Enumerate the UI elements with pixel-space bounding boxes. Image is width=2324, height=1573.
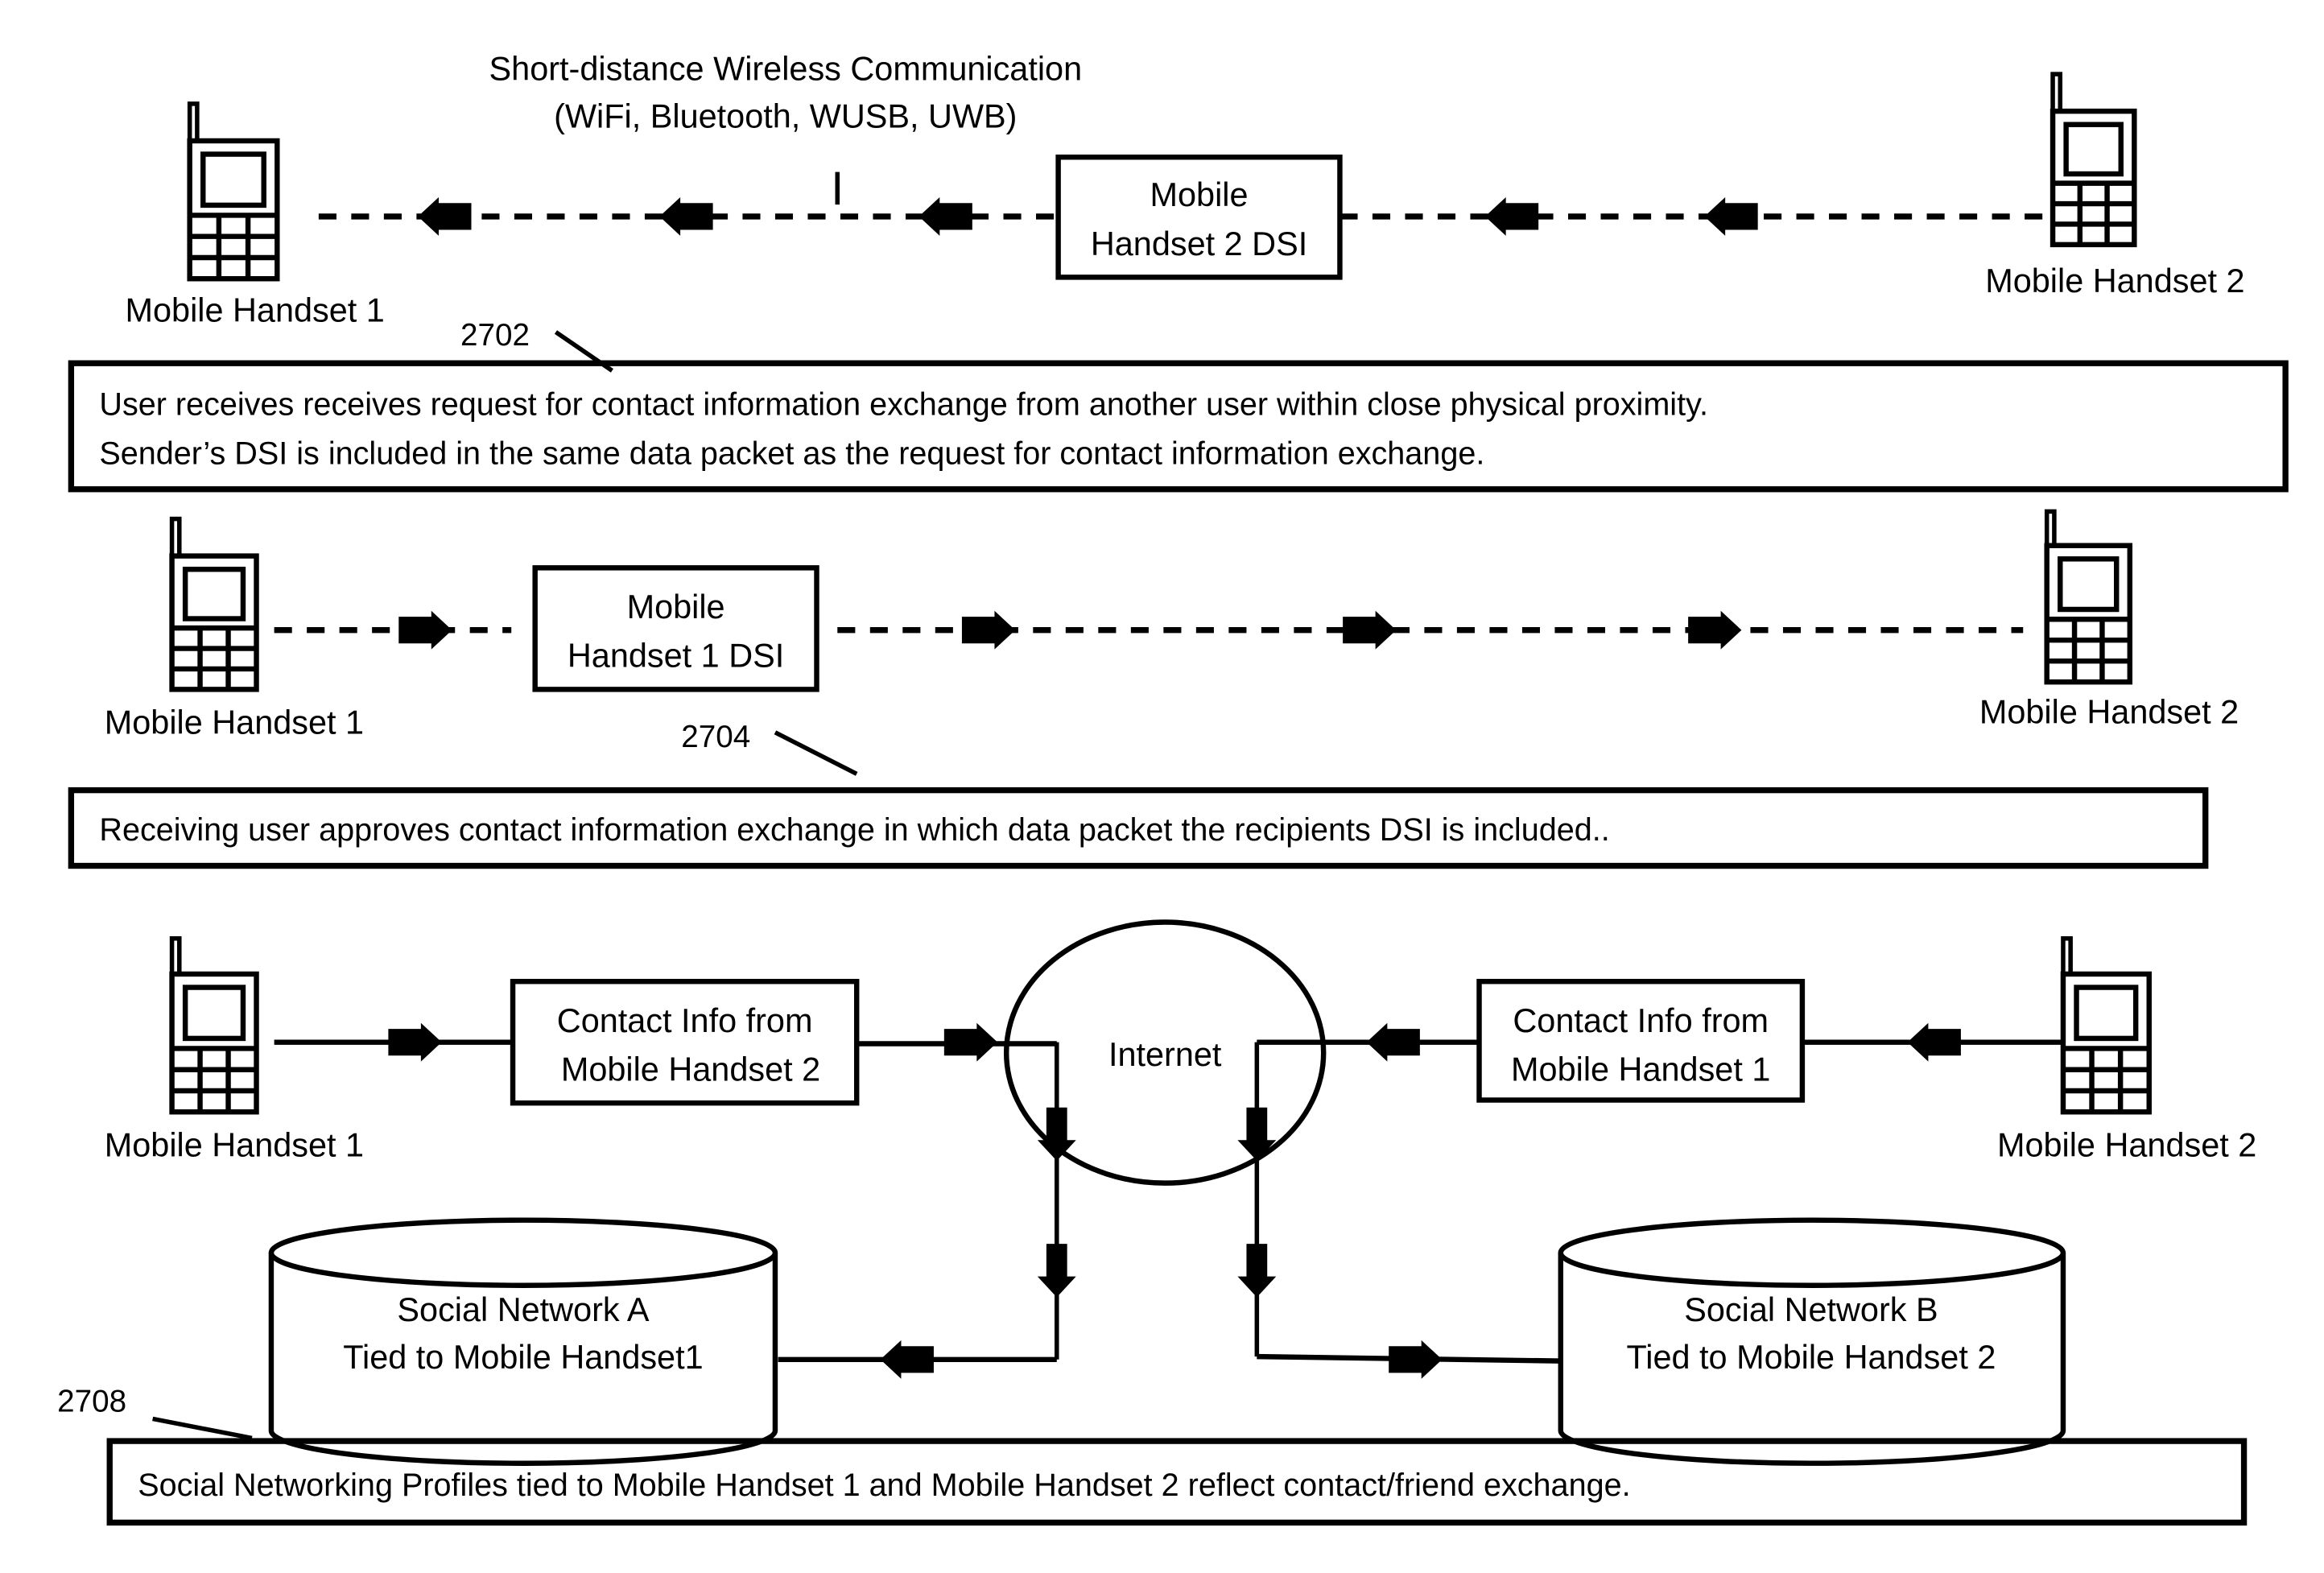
arrow-right-icon (1688, 610, 1742, 650)
arrow-down-icon (1037, 1244, 1076, 1298)
handset-1-label: Mobile Handset 1 (126, 291, 385, 329)
wireless-title-line-1: Short-distance Wireless Communication (489, 49, 1083, 87)
arrow-left-icon (1366, 1022, 1420, 1062)
contact-box-right-line-1: Contact Info from (1513, 1001, 1769, 1039)
handset-1-label: Mobile Handset 1 (105, 1125, 364, 1163)
arrow-left-icon (1484, 196, 1539, 236)
dsi-box-line-1: Mobile (1150, 175, 1249, 213)
arrow-right-icon (943, 1022, 998, 1062)
contact-box-left-line-2: Mobile Handset 2 (561, 1051, 820, 1088)
wireless-title: Short-distance Wireless Communication (W… (489, 49, 1083, 134)
mobile-handset-1-icon (169, 936, 259, 1115)
arrow-left-icon (918, 196, 972, 236)
mobile-handset-1-icon (169, 516, 259, 692)
arrow-right-icon (388, 1022, 442, 1062)
phone-antenna (2061, 936, 2073, 976)
dsi-box-line-2: Handset 2 DSI (1091, 225, 1307, 262)
database-a-line-2: Tied to Mobile Handset1 (343, 1338, 703, 1376)
arrow-left-icon (1907, 1022, 1961, 1062)
reference-leader-2704 (774, 730, 858, 776)
mobile-handset-2-icon (2044, 509, 2133, 685)
reference-numeral-2708: 2708 (57, 1384, 126, 1418)
handset-2-label: Mobile Handset 2 (1997, 1125, 2256, 1163)
wireless-title-line-2: (WiFi, Bluetooth, WUSB, UWB) (554, 97, 1017, 134)
database-b-line-1: Social Network B (1684, 1290, 1938, 1328)
step-2708-text: Social Networking Profiles tied to Mobil… (138, 1468, 1630, 1503)
step-2702-text-line-2: Sender’s DSI is included in the same dat… (99, 436, 1484, 471)
social-network-b-database-icon-top (1558, 1217, 2066, 1288)
contact-box-right-line-2: Mobile Handset 1 (1511, 1051, 1770, 1088)
arrow-left-icon (418, 196, 472, 236)
dsi-box-line-2: Handset 1 DSI (568, 637, 784, 675)
phone-antenna (169, 936, 182, 976)
arrow-left-icon (659, 196, 713, 236)
contact-box-left-line-1: Contact Info from (557, 1001, 813, 1039)
database-a-line-1: Social Network A (397, 1290, 649, 1328)
social-network-a-database-icon-top (268, 1217, 778, 1288)
phone-antenna (187, 101, 200, 143)
phone-antenna (2044, 509, 2057, 548)
arrow-right-icon (1343, 610, 1397, 650)
handset-1-label: Mobile Handset 1 (105, 704, 364, 741)
step-2702-text-line-1: User receives receives request for conta… (99, 387, 1708, 423)
step-2704-text: Receiving user approves contact informat… (99, 812, 1609, 848)
reference-numeral-2704: 2704 (681, 720, 750, 754)
internet-label: Internet (1108, 1035, 1222, 1073)
patent-figure-27: Short-distance Wireless Communication (W… (0, 0, 2324, 1573)
row-2702: Mobile Handset 1 Mobile Handset 2 Mobile… (99, 175, 2244, 471)
reference-numeral-2702: 2702 (460, 318, 530, 353)
handset-2-label: Mobile Handset 2 (1985, 262, 2244, 299)
phone-antenna (2050, 72, 2063, 114)
arrow-left-icon (1704, 196, 1758, 236)
arrow-right-icon (398, 610, 452, 650)
phone-antenna (169, 516, 182, 559)
dsi-box-line-1: Mobile (627, 588, 725, 625)
mobile-handset-2-icon (2060, 936, 2152, 1115)
database-b-line-2: Tied to Mobile Handset 2 (1626, 1338, 1996, 1376)
arrow-right-icon (961, 610, 1016, 650)
handset-2-label: Mobile Handset 2 (1979, 693, 2239, 731)
arrow-down-icon (1237, 1244, 1277, 1298)
arrow-right-icon (1389, 1340, 1443, 1379)
mobile-handset-2-icon (2049, 72, 2137, 248)
mobile-handset-1-icon (187, 101, 280, 282)
reference-leader-2708 (152, 1416, 253, 1441)
arrow-left-icon (880, 1340, 934, 1379)
